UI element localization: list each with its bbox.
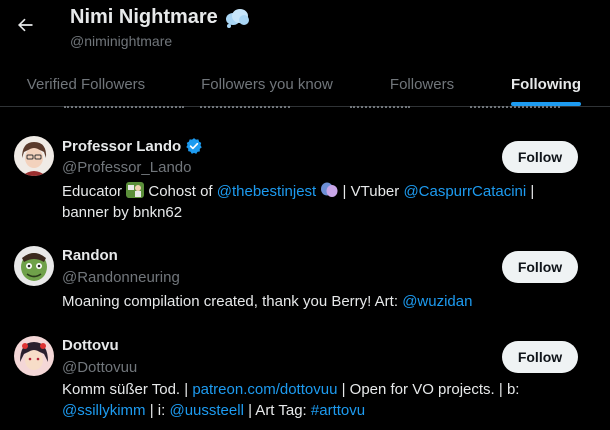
user-name-row[interactable]: Professor Lando (62, 137, 203, 155)
bio-mention-link[interactable]: @wuzidan (402, 293, 472, 310)
avatar-image (14, 336, 54, 376)
avatar[interactable] (14, 336, 54, 376)
user-bio: Moaning compilation created, thank you B… (62, 291, 562, 312)
verified-badge-icon (186, 138, 202, 154)
avatar[interactable] (14, 136, 54, 176)
bio-mention-link[interactable]: @CaspurrCatacini (403, 183, 526, 200)
avatar-image (14, 136, 54, 176)
user-handle: @Randonneuring (62, 269, 180, 286)
bio-hashtag-link[interactable]: #arttovu (311, 402, 365, 419)
bio-text: Komm süßer Tod. | (62, 381, 193, 398)
avatar-image (14, 246, 54, 286)
follow-button[interactable]: Follow (502, 251, 578, 283)
back-arrow-icon (18, 18, 33, 32)
scrolled-content-remnant (0, 106, 610, 112)
bio-text: Moaning compilation created, thank you B… (62, 293, 403, 310)
bio-mention-link[interactable]: @ssillykimm (62, 402, 146, 419)
user-bio: Educator Cohost of @thebestinjest | VTub… (62, 181, 562, 223)
profile-title: Nimi Nightmare (70, 6, 218, 28)
tab-following[interactable]: Following (482, 62, 610, 106)
theater-masks-emoji-icon (321, 182, 338, 197)
tab-bar: Verified Followers Followers you know Fo… (0, 62, 610, 107)
user-cell[interactable]: Dottovu @Dottovuu Follow Komm süßer Tod.… (0, 326, 610, 430)
user-cell[interactable]: Professor Lando @Professor_Lando Follow … (0, 126, 610, 228)
user-name-row[interactable]: Randon (62, 247, 118, 264)
tab-followers[interactable]: Followers (362, 62, 482, 106)
user-name[interactable]: Professor Lando (62, 138, 181, 155)
avatar[interactable] (14, 246, 54, 286)
user-bio: Komm süßer Tod. | patreon.com/dottovuu |… (62, 379, 562, 421)
bio-text: Educator (62, 183, 127, 200)
user-name[interactable]: Dottovu (62, 337, 119, 354)
bio-text: | (526, 183, 535, 200)
profile-handle: @niminightmare (70, 33, 173, 49)
teacher-emoji-icon (126, 182, 145, 198)
tab-label: Verified Followers (26, 75, 146, 93)
bio-link[interactable]: patreon.com/dottovuu (192, 381, 337, 398)
user-name-row[interactable]: Dottovu (62, 337, 119, 354)
bio-mention-link[interactable]: @uussteell (169, 402, 243, 419)
user-handle: @Professor_Lando (62, 159, 192, 176)
tab-followers-you-know[interactable]: Followers you know (172, 62, 362, 106)
bio-mention-link[interactable]: @thebestinjest (217, 183, 316, 200)
bio-text: | VTuber (338, 183, 404, 200)
follow-button[interactable]: Follow (502, 341, 578, 373)
tab-label: Followers you know (201, 75, 333, 93)
bio-text: | Art Tag: (243, 402, 311, 419)
back-button[interactable] (12, 12, 38, 38)
bio-text: Cohost of (144, 183, 217, 200)
tab-label: Following (511, 75, 581, 93)
user-cell[interactable]: Randon @Randonneuring Follow Moaning com… (0, 236, 610, 318)
tab-verified-followers[interactable]: Verified Followers (0, 62, 172, 106)
bio-text: | Open for VO projects. | b: (337, 381, 520, 398)
user-handle: @Dottovuu (62, 359, 138, 376)
user-name[interactable]: Randon (62, 247, 118, 264)
profile-header: Nimi Nightmare @niminightmare (0, 0, 610, 62)
cloud-emoji-icon (225, 8, 249, 28)
bio-text: | i: (145, 402, 170, 419)
follow-button[interactable]: Follow (502, 141, 578, 173)
title-row: Nimi Nightmare (70, 6, 250, 29)
tab-label: Followers (389, 75, 455, 93)
bio-text: banner by bnkn62 (62, 204, 183, 221)
